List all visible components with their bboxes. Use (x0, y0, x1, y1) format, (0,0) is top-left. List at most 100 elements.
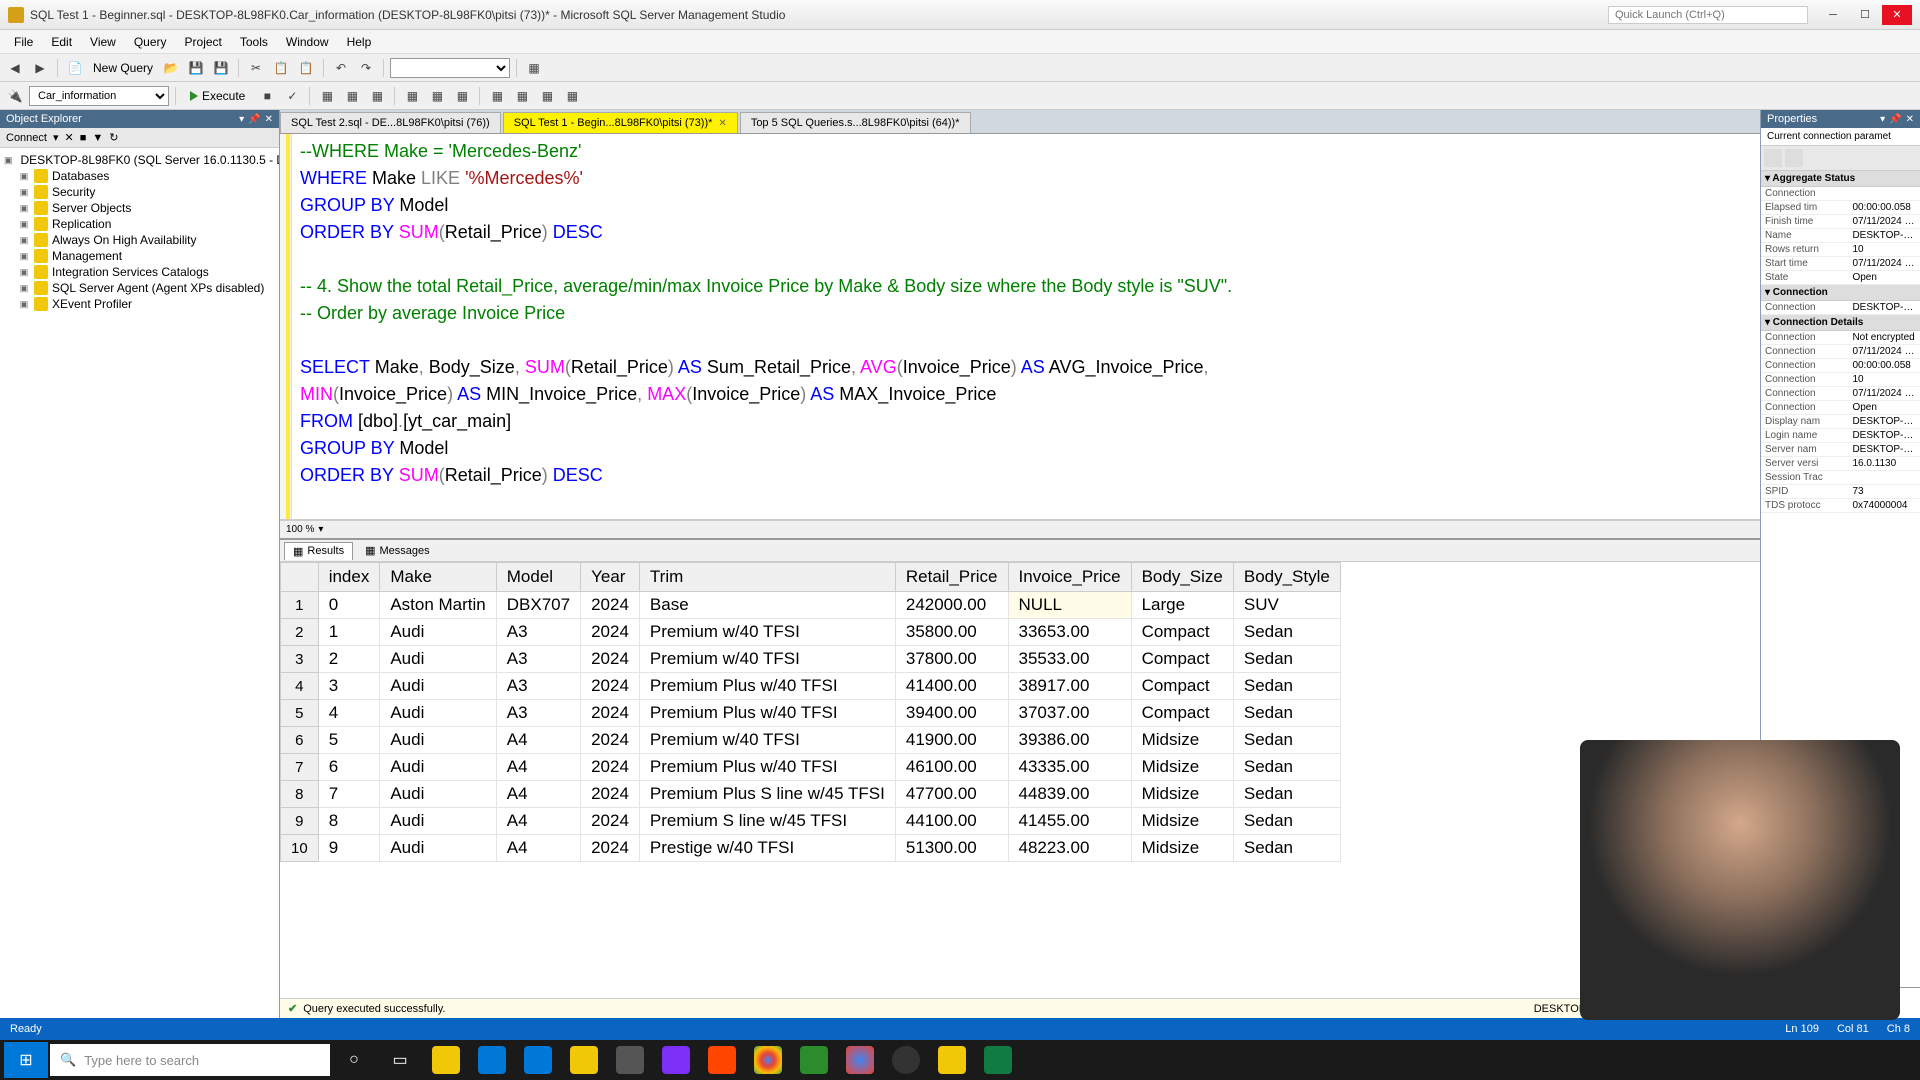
expander-icon[interactable]: ▣ (4, 155, 13, 166)
results-file-icon[interactable]: ▦ (451, 85, 473, 107)
tree-server-node[interactable]: ▣ DESKTOP-8L98FK0 (SQL Server 16.0.1130.… (4, 152, 275, 168)
menu-file[interactable]: File (6, 33, 41, 51)
property-row[interactable]: Connection10 (1761, 373, 1920, 387)
property-group[interactable]: ▾ Connection Details (1761, 315, 1920, 331)
column-header[interactable]: Year (581, 563, 640, 592)
menu-edit[interactable]: Edit (43, 33, 80, 51)
alphabetical-icon[interactable] (1785, 149, 1803, 167)
start-button[interactable]: ⊞ (4, 1042, 48, 1078)
categorized-icon[interactable] (1764, 149, 1782, 167)
table-row[interactable]: 10Aston MartinDBX7072024Base242000.00NUL… (281, 592, 1341, 619)
property-row[interactable]: StateOpen (1761, 271, 1920, 285)
expander-icon[interactable]: ▣ (18, 203, 30, 214)
expander-icon[interactable]: ▣ (18, 299, 30, 310)
column-header[interactable]: Make (380, 563, 496, 592)
column-header[interactable]: Retail_Price (895, 563, 1008, 592)
table-row[interactable]: 65AudiA42024Premium w/40 TFSI41900.00393… (281, 727, 1341, 754)
property-row[interactable]: Rows return10 (1761, 243, 1920, 257)
menu-project[interactable]: Project (177, 33, 230, 51)
property-row[interactable]: Start time07/11/2024 09: (1761, 257, 1920, 271)
pin-icon[interactable]: ▾ (1880, 114, 1885, 125)
column-header[interactable]: Trim (639, 563, 895, 592)
property-row[interactable]: Login nameDESKTOP-8L98F (1761, 429, 1920, 443)
property-row[interactable]: Display namDESKTOP-8L98F (1761, 415, 1920, 429)
indent-icon[interactable]: ▦ (536, 85, 558, 107)
autohide-icon[interactable]: 📌 (1889, 114, 1901, 125)
tree-node[interactable]: ▣Integration Services Catalogs (4, 264, 275, 280)
property-row[interactable]: Connection00:00:00.058 (1761, 359, 1920, 373)
property-row[interactable]: Finish time07/11/2024 09: (1761, 215, 1920, 229)
redo-icon[interactable]: ↷ (355, 57, 377, 79)
expander-icon[interactable]: ▣ (18, 187, 30, 198)
tab-close-icon[interactable]: ✕ (718, 118, 726, 129)
expander-icon[interactable]: ▣ (18, 251, 30, 262)
tree-node[interactable]: ▣Security (4, 184, 275, 200)
back-icon[interactable]: ◀ (4, 57, 26, 79)
save-all-icon[interactable]: 💾 (210, 57, 232, 79)
panel-close-icon[interactable]: ✕ (265, 114, 273, 125)
refresh-icon[interactable]: ↻ (109, 131, 118, 144)
property-row[interactable]: ConnectionOpen (1761, 401, 1920, 415)
connect-dropdown-icon[interactable]: ▾ (53, 131, 59, 144)
menu-tools[interactable]: Tools (232, 33, 276, 51)
expander-icon[interactable]: ▣ (18, 235, 30, 246)
chrome2-icon[interactable] (838, 1042, 882, 1078)
new-query-label[interactable]: New Query (89, 61, 157, 75)
copy-icon[interactable]: 📋 (270, 57, 292, 79)
stop-icon[interactable]: ■ (80, 132, 87, 144)
minimize-button[interactable]: ─ (1818, 5, 1848, 25)
parse-icon[interactable]: ✓ (281, 85, 303, 107)
zoom-dropdown-icon[interactable]: ▾ (318, 524, 323, 535)
table-row[interactable]: 43AudiA32024Premium Plus w/40 TFSI41400.… (281, 673, 1341, 700)
column-header[interactable]: index (318, 563, 380, 592)
table-row[interactable]: 109AudiA42024Prestige w/40 TFSI51300.004… (281, 835, 1341, 862)
property-group[interactable]: ▾ Aggregate Status (1761, 171, 1920, 187)
paste-icon[interactable]: 📋 (295, 57, 317, 79)
table-row[interactable]: 32AudiA32024Premium w/40 TFSI37800.00355… (281, 646, 1341, 673)
tree-node[interactable]: ▣SQL Server Agent (Agent XPs disabled) (4, 280, 275, 296)
mail-icon[interactable] (516, 1042, 560, 1078)
property-row[interactable]: SPID73 (1761, 485, 1920, 499)
folder-icon[interactable] (562, 1042, 606, 1078)
table-row[interactable]: 87AudiA42024Premium Plus S line w/45 TFS… (281, 781, 1341, 808)
tree-node[interactable]: ▣Management (4, 248, 275, 264)
activity-icon[interactable]: ▦ (523, 57, 545, 79)
media-icon[interactable] (654, 1042, 698, 1078)
store-icon[interactable] (608, 1042, 652, 1078)
explorer-icon[interactable] (424, 1042, 468, 1078)
table-row[interactable]: 54AudiA32024Premium Plus w/40 TFSI39400.… (281, 700, 1341, 727)
property-row[interactable]: Server namDESKTOP-8L98F (1761, 443, 1920, 457)
tree-node[interactable]: ▣XEvent Profiler (4, 296, 275, 312)
database-dropdown[interactable]: Car_information (29, 86, 169, 106)
solution-config-dropdown[interactable] (390, 58, 510, 78)
property-row[interactable]: Server versi16.0.1130 (1761, 457, 1920, 471)
property-row[interactable]: TDS protocc0x74000004 (1761, 499, 1920, 513)
chrome-icon[interactable] (746, 1042, 790, 1078)
menu-window[interactable]: Window (278, 33, 337, 51)
comment-icon[interactable]: ▦ (486, 85, 508, 107)
tree-node[interactable]: ▣Server Objects (4, 200, 275, 216)
column-header[interactable]: Body_Size (1131, 563, 1233, 592)
taskbar-search[interactable]: 🔍 Type here to search (50, 1044, 330, 1076)
cut-icon[interactable]: ✂ (245, 57, 267, 79)
forward-icon[interactable]: ▶ (29, 57, 51, 79)
menu-help[interactable]: Help (339, 33, 380, 51)
document-tab[interactable]: SQL Test 2.sql - DE...8L98FK0\pitsi (76)… (280, 112, 501, 133)
tree-node[interactable]: ▣Databases (4, 168, 275, 184)
column-header[interactable]: Body_Style (1233, 563, 1340, 592)
pin-icon[interactable]: ▾ (239, 114, 244, 125)
panel-close-icon[interactable]: ✕ (1906, 114, 1914, 125)
document-tab[interactable]: SQL Test 1 - Begin...8L98FK0\pitsi (73))… (503, 112, 738, 133)
cortana-icon[interactable]: ○ (332, 1042, 376, 1078)
table-row[interactable]: 21AudiA32024Premium w/40 TFSI35800.00336… (281, 619, 1341, 646)
stop-icon[interactable]: ■ (256, 85, 278, 107)
results-grid-icon[interactable]: ▦ (401, 85, 423, 107)
property-row[interactable]: Session Trac (1761, 471, 1920, 485)
expander-icon[interactable]: ▣ (18, 283, 30, 294)
property-row[interactable]: NameDESKTOP-8L98F (1761, 229, 1920, 243)
taskview-icon[interactable]: ▭ (378, 1042, 422, 1078)
undo-icon[interactable]: ↶ (330, 57, 352, 79)
save-icon[interactable]: 💾 (185, 57, 207, 79)
tree-node[interactable]: ▣Replication (4, 216, 275, 232)
property-row[interactable]: ConnectionDESKTOP-8L98F (1761, 301, 1920, 315)
